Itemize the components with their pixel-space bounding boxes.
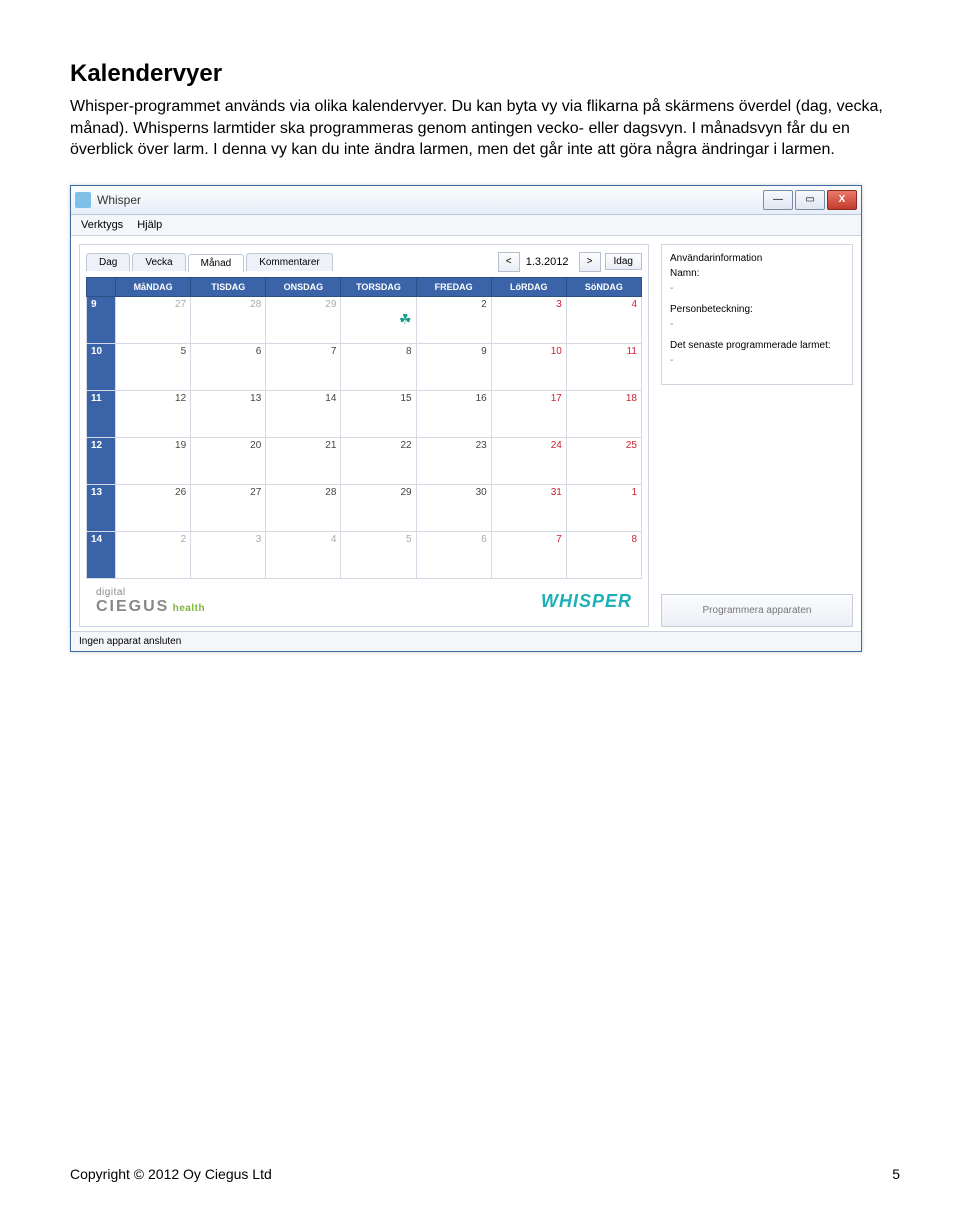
app-icon	[75, 192, 91, 208]
calendar-cell[interactable]: 2	[416, 296, 491, 343]
calendar-cell[interactable]: 20	[191, 437, 266, 484]
calendar-cell[interactable]: 6	[416, 531, 491, 578]
menu-tools[interactable]: Verktygs	[81, 219, 123, 231]
col-wed: ONSDAG	[266, 277, 341, 296]
calendar-cell[interactable]: 29	[341, 484, 416, 531]
calendar-cell[interactable]: 31	[491, 484, 566, 531]
program-device-button[interactable]: Programmera apparaten	[661, 594, 853, 627]
brand-row: digital CIEGUS health WHISPER	[86, 579, 642, 620]
status-bar: Ingen apparat ansluten	[71, 631, 861, 651]
name-label: Namn:	[670, 268, 844, 279]
calendar-cell[interactable]: 28	[266, 484, 341, 531]
last-alarm-value: -	[670, 355, 844, 366]
user-info-panel: Användarinformation Namn: - Personbeteck…	[661, 244, 853, 385]
brand-ciegus: digital CIEGUS health	[96, 587, 205, 616]
col-fri: FREDAG	[416, 277, 491, 296]
calendar-cell[interactable]: 2	[116, 531, 191, 578]
tab-week[interactable]: Vecka	[132, 253, 185, 271]
calendar-cell[interactable]: 27	[191, 484, 266, 531]
calendar-cell[interactable]: 4	[566, 296, 641, 343]
calendar-cell[interactable]: 28	[191, 296, 266, 343]
name-value: -	[670, 283, 844, 294]
copyright: Copyright © 2012 Oy Ciegus Ltd	[70, 1166, 272, 1182]
col-sun: SöNDAG	[566, 277, 641, 296]
app-title: Whisper	[97, 193, 763, 207]
col-tue: TISDAG	[191, 277, 266, 296]
pid-value: -	[670, 319, 844, 330]
week-number: 13	[87, 484, 116, 531]
current-date: 1.3.2012	[526, 256, 569, 268]
calendar-cell[interactable]: 7	[266, 343, 341, 390]
calendar-cell[interactable]: 12	[116, 390, 191, 437]
app-window: Whisper — ▭ X Verktygs Hjälp Dag Vecka M…	[70, 185, 862, 652]
col-week	[87, 277, 116, 296]
week-number: 14	[87, 531, 116, 578]
page-body-text: Whisper-programmet används via olika kal…	[70, 96, 900, 161]
calendar-cell[interactable]: 15	[341, 390, 416, 437]
calendar-cell[interactable]: 17	[491, 390, 566, 437]
menubar: Verktygs Hjälp	[71, 215, 861, 236]
col-sat: LöRDAG	[491, 277, 566, 296]
week-number: 10	[87, 343, 116, 390]
calendar-cell[interactable]: 8	[566, 531, 641, 578]
calendar-cell[interactable]: 22	[341, 437, 416, 484]
calendar-cell[interactable]: 8	[341, 343, 416, 390]
last-alarm-label: Det senaste programmerade larmet:	[670, 340, 844, 351]
tab-day[interactable]: Dag	[86, 253, 130, 271]
calendar-cell[interactable]: 5	[116, 343, 191, 390]
calendar-cell[interactable]: 3	[491, 296, 566, 343]
next-button[interactable]: >	[579, 252, 601, 272]
week-number: 11	[87, 390, 116, 437]
col-mon: MåNDAG	[116, 277, 191, 296]
calendar-cell[interactable]: 9	[416, 343, 491, 390]
calendar-cell[interactable]: 10	[491, 343, 566, 390]
calendar-cell[interactable]: ☘	[341, 296, 416, 343]
today-button[interactable]: Idag	[605, 253, 642, 270]
page-number: 5	[892, 1166, 900, 1182]
calendar-cell[interactable]: 1	[566, 484, 641, 531]
tab-month[interactable]: Månad	[188, 254, 245, 272]
calendar-cell[interactable]: 5	[341, 531, 416, 578]
calendar-cell[interactable]: 13	[191, 390, 266, 437]
calendar-cell[interactable]: 18	[566, 390, 641, 437]
week-number: 9	[87, 296, 116, 343]
close-button[interactable]: X	[827, 190, 857, 210]
calendar-cell[interactable]: 26	[116, 484, 191, 531]
calendar-cell[interactable]: 30	[416, 484, 491, 531]
calendar-cell[interactable]: 25	[566, 437, 641, 484]
calendar-cell[interactable]: 14	[266, 390, 341, 437]
minimize-button[interactable]: —	[763, 190, 793, 210]
event-icon: ☘	[399, 311, 412, 328]
brand-whisper: WHISPER	[541, 591, 632, 612]
calendar-cell[interactable]: 3	[191, 531, 266, 578]
tab-comments[interactable]: Kommentarer	[246, 253, 333, 271]
calendar-grid: MåNDAG TISDAG ONSDAG TORSDAG FREDAG LöRD…	[86, 277, 642, 579]
page-heading: Kalendervyer	[70, 60, 900, 88]
calendar-cell[interactable]: 24	[491, 437, 566, 484]
user-info-title: Användarinformation	[670, 253, 844, 264]
calendar-cell[interactable]: 11	[566, 343, 641, 390]
calendar-cell[interactable]: 19	[116, 437, 191, 484]
col-thu: TORSDAG	[341, 277, 416, 296]
calendar-cell[interactable]: 29	[266, 296, 341, 343]
calendar-cell[interactable]: 4	[266, 531, 341, 578]
calendar-panel: Dag Vecka Månad Kommentarer < 1.3.2012 >…	[79, 244, 649, 627]
week-number: 12	[87, 437, 116, 484]
calendar-cell[interactable]: 16	[416, 390, 491, 437]
calendar-cell[interactable]: 7	[491, 531, 566, 578]
pid-label: Personbeteckning:	[670, 304, 844, 315]
calendar-cell[interactable]: 27	[116, 296, 191, 343]
calendar-cell[interactable]: 6	[191, 343, 266, 390]
prev-button[interactable]: <	[498, 252, 520, 272]
titlebar: Whisper — ▭ X	[71, 186, 861, 215]
menu-help[interactable]: Hjälp	[137, 219, 162, 231]
calendar-cell[interactable]: 21	[266, 437, 341, 484]
calendar-cell[interactable]: 23	[416, 437, 491, 484]
maximize-button[interactable]: ▭	[795, 190, 825, 210]
